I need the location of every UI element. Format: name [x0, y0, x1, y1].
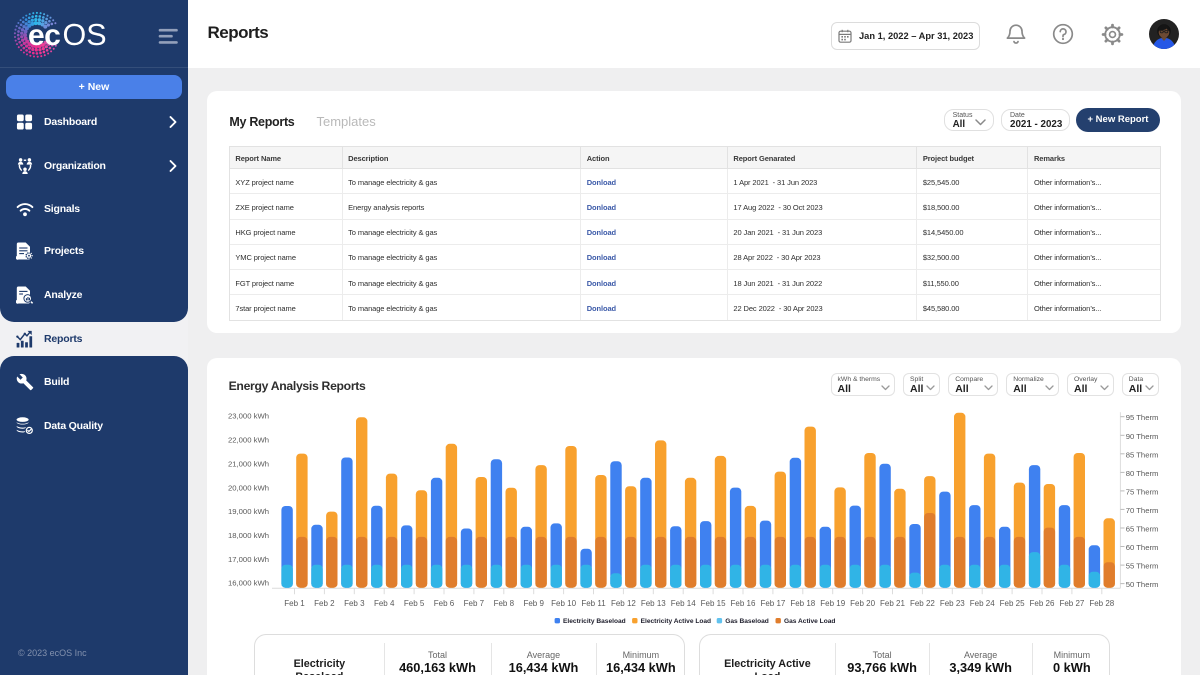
svg-text:Feb 27: Feb 27 — [1059, 599, 1084, 608]
svg-text:Electricity Baseload: Electricity Baseload — [563, 618, 626, 625]
svg-text:Feb 2: Feb 2 — [314, 599, 335, 608]
svg-text:Feb 16: Feb 16 — [731, 599, 756, 608]
svg-text:Feb 10: Feb 10 — [551, 599, 576, 608]
svg-text:Feb 11: Feb 11 — [581, 599, 606, 608]
svg-text:Feb 19: Feb 19 — [820, 599, 845, 608]
svg-text:Electricity Active Load: Electricity Active Load — [641, 618, 711, 625]
svg-text:20,000 kWh: 20,000 kWh — [228, 483, 269, 492]
svg-text:55 Therm: 55 Therm — [1126, 561, 1159, 570]
svg-text:Feb 17: Feb 17 — [760, 599, 785, 608]
svg-text:19,000 kWh: 19,000 kWh — [228, 507, 269, 516]
svg-text:Feb 20: Feb 20 — [850, 599, 875, 608]
svg-text:Feb 15: Feb 15 — [701, 599, 726, 608]
svg-text:Feb 24: Feb 24 — [970, 599, 995, 608]
svg-text:60 Therm: 60 Therm — [1126, 543, 1159, 552]
svg-text:18,000 kWh: 18,000 kWh — [228, 531, 269, 540]
svg-text:16,000 kWh: 16,000 kWh — [228, 578, 269, 587]
svg-text:23,000 kWh: 23,000 kWh — [228, 411, 269, 420]
svg-text:70 Therm: 70 Therm — [1126, 506, 1159, 515]
svg-text:Feb 12: Feb 12 — [611, 599, 636, 608]
svg-text:Feb 28: Feb 28 — [1089, 599, 1114, 608]
svg-text:50 Therm: 50 Therm — [1126, 580, 1159, 589]
svg-text:Feb 5: Feb 5 — [404, 599, 425, 608]
svg-text:Feb 25: Feb 25 — [1000, 599, 1025, 608]
svg-text:80 Therm: 80 Therm — [1126, 469, 1159, 478]
svg-text:Feb 1: Feb 1 — [284, 599, 305, 608]
svg-text:Feb 3: Feb 3 — [344, 599, 365, 608]
svg-text:17,000 kWh: 17,000 kWh — [228, 555, 269, 564]
svg-text:95 Therm: 95 Therm — [1126, 413, 1159, 422]
svg-text:ec: ec — [28, 19, 60, 52]
svg-text:Feb 23: Feb 23 — [940, 599, 965, 608]
svg-text:Feb 13: Feb 13 — [641, 599, 666, 608]
svg-text:Feb 26: Feb 26 — [1030, 599, 1055, 608]
svg-text:90 Therm: 90 Therm — [1126, 432, 1159, 441]
svg-text:Gas Active Load: Gas Active Load — [784, 618, 835, 625]
svg-text:Feb 18: Feb 18 — [790, 599, 815, 608]
svg-text:75 Therm: 75 Therm — [1126, 487, 1159, 496]
svg-text:22,000 kWh: 22,000 kWh — [228, 435, 269, 444]
svg-text:OS: OS — [63, 18, 107, 52]
svg-text:21,000 kWh: 21,000 kWh — [228, 459, 269, 468]
svg-text:Feb 8: Feb 8 — [494, 599, 515, 608]
svg-text:65 Therm: 65 Therm — [1126, 524, 1159, 533]
svg-text:Feb 14: Feb 14 — [671, 599, 696, 608]
svg-text:Feb 6: Feb 6 — [434, 599, 455, 608]
svg-text:Feb 22: Feb 22 — [910, 599, 935, 608]
svg-text:Feb 9: Feb 9 — [523, 599, 544, 608]
svg-text:Feb 21: Feb 21 — [880, 599, 905, 608]
svg-text:85 Therm: 85 Therm — [1126, 450, 1159, 459]
svg-text:Feb 4: Feb 4 — [374, 599, 395, 608]
svg-text:Feb 7: Feb 7 — [464, 599, 485, 608]
svg-text:Gas Baseload: Gas Baseload — [725, 618, 769, 625]
